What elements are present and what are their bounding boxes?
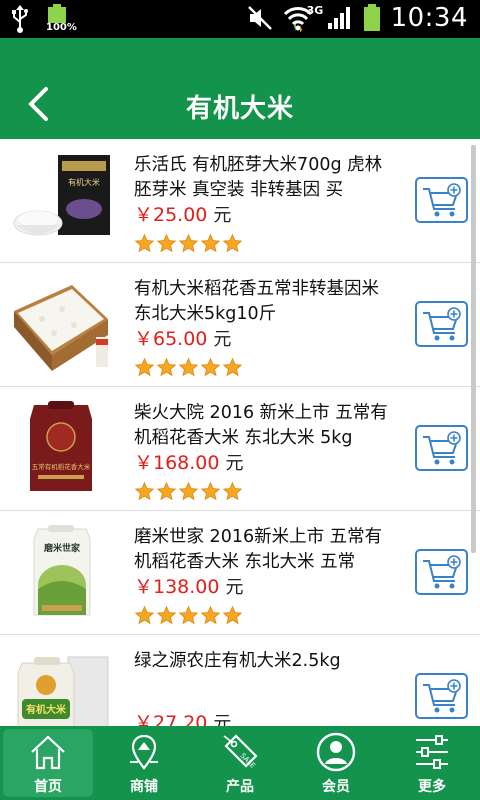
status-bar: 100% 3G 10:34 (0, 0, 480, 38)
product-name[interactable]: 柴火大院 2016 新米上市 五常有机稻花香大米 东北大米 5kg (134, 401, 396, 451)
nav-item-member[interactable]: 会员 (288, 726, 384, 800)
product-name[interactable]: 磨米世家 2016新米上市 五常有机稻花香大米 东北大米 五常 (134, 525, 396, 575)
battery-full-icon: 100% (46, 4, 77, 34)
add-to-cart-icon (423, 431, 461, 465)
price-amount: ￥27.20 (134, 712, 208, 726)
star-icon (178, 233, 199, 253)
star-icon (200, 481, 221, 501)
nav-item-home[interactable]: 首页 (0, 726, 96, 800)
rating-stars (134, 481, 243, 502)
battery-icon (363, 4, 380, 31)
add-to-cart-icon (423, 679, 461, 713)
product-item[interactable]: 五常有机稻花香大米 柴火大院 2016 新米上市 五常有机稻花香大米 东北大米 … (0, 387, 480, 511)
member-icon (316, 732, 356, 772)
product-item[interactable]: 有机大米 绿之源农庄有机大米2.5kg ￥27.20 元 (0, 635, 480, 726)
add-to-cart-button[interactable] (415, 673, 468, 719)
add-to-cart-button[interactable] (415, 301, 468, 347)
battery-percentage: 100% (46, 22, 77, 33)
clock: 10:34 (390, 3, 468, 33)
star-icon (156, 357, 177, 377)
star-icon (222, 605, 243, 625)
sale-tag-icon: SALE (223, 734, 258, 770)
add-to-cart-button[interactable] (415, 425, 468, 471)
add-to-cart-button[interactable] (415, 549, 468, 595)
price-unit: 元 (213, 713, 232, 726)
star-icon (178, 605, 199, 625)
product-price: ￥27.20 元 (134, 711, 231, 726)
product-image: 磨米世家 (12, 523, 110, 621)
nav-label: 产品 (226, 779, 254, 795)
page-title: 有机大米 (185, 94, 294, 124)
star-icon (222, 357, 243, 377)
product-image-brand: 有机大米 (68, 177, 100, 187)
star-icon (200, 233, 221, 253)
star-icon (156, 605, 177, 625)
price-amount: ￥25.00 (134, 204, 208, 226)
product-price: ￥25.00 元 (134, 203, 231, 228)
price-amount: ￥138.00 (134, 576, 220, 598)
rating-stars (134, 357, 243, 378)
app-header: 有机大米 (0, 38, 480, 139)
bottom-nav: 首页 商铺 SALE 产品 会员 更多 (0, 726, 480, 800)
star-icon (156, 233, 177, 253)
star-icon (156, 481, 177, 501)
nav-label: 商铺 (130, 779, 158, 795)
network-type: 3G (306, 4, 324, 17)
nav-item-more[interactable]: 更多 (384, 726, 480, 800)
product-image-brand: 磨米世家 (43, 542, 81, 554)
nav-label: 会员 (322, 779, 350, 795)
signal-strength-icon (327, 7, 350, 29)
nav-item-shop[interactable]: 商铺 (96, 726, 192, 800)
nav-label: 首页 (34, 779, 62, 795)
price-unit: 元 (225, 577, 244, 598)
price-unit: 元 (213, 205, 232, 226)
product-name[interactable]: 乐活氏 有机胚芽大米700g 虎林胚芽米 真空装 非转基因 买 (134, 153, 396, 203)
shop-icon (130, 734, 158, 770)
add-to-cart-icon (423, 555, 461, 589)
product-price: ￥65.00 元 (134, 327, 231, 352)
wifi-icon: 3G (283, 2, 323, 34)
star-icon (178, 481, 199, 501)
nav-item-products[interactable]: SALE 产品 (192, 726, 288, 800)
home-icon (31, 735, 65, 770)
product-name[interactable]: 有机大米稻花香五常非转基因米东北大米5kg10斤 (134, 277, 396, 327)
add-to-cart-button[interactable] (415, 177, 468, 223)
star-icon (134, 605, 155, 625)
star-icon (134, 481, 155, 501)
star-icon (200, 605, 221, 625)
product-item[interactable]: 有机大米稻花香五常非转基因米东北大米5kg10斤 ￥65.00 元 (0, 263, 480, 387)
usb-icon (12, 5, 28, 33)
product-list[interactable]: 有机大米 乐活氏 有机胚芽大米700g 虎林胚芽米 真空装 非转基因 买 ￥25… (0, 139, 480, 726)
nav-label: 更多 (418, 779, 446, 795)
product-image: 有机大米 (12, 647, 110, 726)
add-to-cart-icon (423, 183, 461, 217)
price-amount: ￥168.00 (134, 452, 220, 474)
product-item[interactable]: 磨米世家 磨米世家 2016新米上市 五常有机稻花香大米 东北大米 五常 ￥13… (0, 511, 480, 635)
star-icon (222, 481, 243, 501)
price-unit: 元 (213, 329, 232, 350)
star-icon (134, 233, 155, 253)
product-item[interactable]: 有机大米 乐活氏 有机胚芽大米700g 虎林胚芽米 真空装 非转基因 买 ￥25… (0, 139, 480, 263)
add-to-cart-icon (423, 307, 461, 341)
product-image: 五常有机稻花香大米 (12, 399, 110, 497)
star-icon (200, 357, 221, 377)
star-icon (222, 233, 243, 253)
star-icon (178, 357, 199, 377)
rating-stars (134, 605, 243, 626)
rating-stars (134, 233, 243, 254)
product-price: ￥168.00 元 (134, 451, 243, 476)
price-amount: ￥65.00 (134, 328, 208, 350)
star-icon (134, 357, 155, 377)
product-image-label: 五常有机稻花香大米 (32, 462, 91, 471)
settings-sliders-icon (416, 735, 448, 769)
product-image-brand: 有机大米 (26, 703, 67, 716)
product-name[interactable]: 绿之源农庄有机大米2.5kg (134, 649, 396, 699)
price-unit: 元 (225, 453, 244, 474)
scrollbar[interactable] (471, 145, 476, 553)
mute-icon (247, 6, 272, 30)
product-image (12, 275, 110, 373)
product-price: ￥138.00 元 (134, 575, 243, 600)
product-image: 有机大米 (12, 151, 110, 249)
